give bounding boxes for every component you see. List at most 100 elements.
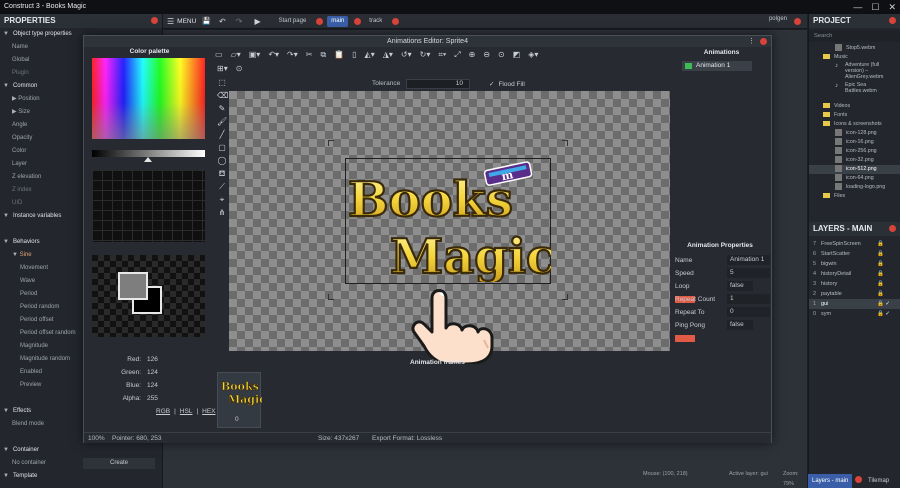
animation-property-value[interactable]: false (727, 320, 753, 331)
red-value[interactable]: 126 (147, 356, 158, 363)
user-notify-icon[interactable] (794, 18, 801, 25)
maximize-icon[interactable]: ☐ (871, 2, 879, 13)
close-icon[interactable]: ✕ (888, 2, 896, 13)
expand-triangle-icon[interactable]: ▼ (3, 473, 9, 479)
project-item[interactable]: Stop5.webm (809, 44, 900, 53)
crop-corner-top-left[interactable] (328, 140, 334, 146)
layer-row[interactable]: 0 sym 🔒 ✓ (809, 309, 900, 319)
tab-close-icon-2[interactable] (392, 17, 400, 25)
tab-1[interactable]: main (327, 15, 349, 27)
create-container-button[interactable]: Create (83, 458, 155, 469)
crop-corner-bottom-left[interactable] (328, 294, 334, 300)
property-section[interactable]: ▼ Template (0, 470, 162, 483)
project-item[interactable]: ♪ Epic Sea Battles.webm (809, 82, 900, 102)
cut-icon[interactable]: ✂ (306, 48, 313, 61)
save-icon[interactable]: ▣▾ (249, 48, 261, 61)
expand-triangle-icon[interactable]: ▼ (3, 239, 9, 245)
lock-icon[interactable]: 🔒 (877, 291, 884, 297)
color-picker-icon[interactable]: ⟋ (217, 180, 227, 193)
green-value[interactable]: 124 (147, 369, 158, 376)
animation-property-toggle[interactable] (675, 334, 695, 342)
project-item[interactable]: loading-logo.png (809, 183, 900, 192)
animation-list-item[interactable]: Animation 1 (682, 61, 752, 71)
expand-triangle-icon[interactable]: ▼ (12, 252, 20, 258)
fill-bucket-icon[interactable]: ⛾ (217, 167, 227, 180)
dialog-more-icon[interactable]: ⋮ (748, 37, 755, 45)
animation-frame-thumbnail[interactable]: Books Magic (217, 372, 266, 428)
flip-horizontal-icon[interactable]: ◭▾ (365, 48, 375, 61)
tab-layers[interactable]: Layers - main (808, 474, 853, 488)
color-spectrum[interactable] (92, 58, 205, 139)
delete-icon[interactable]: ▯ (352, 48, 356, 61)
expand-triangle-icon[interactable]: ▼ (3, 83, 9, 89)
lock-icon[interactable]: 🔒 (877, 241, 884, 247)
zoom-reset-icon[interactable]: ⊙ (498, 48, 505, 61)
tab-tilemap[interactable]: Tilemap (864, 474, 893, 488)
tab-layers-close-icon[interactable] (855, 476, 863, 483)
layer-row[interactable]: 1 gui 🔒 ✓ (809, 299, 900, 309)
undo-icon[interactable]: ↶ (219, 17, 226, 26)
grid-icon[interactable]: ⊞▾ (217, 62, 228, 75)
crop-icon[interactable]: ⌗▾ (438, 48, 446, 61)
alpha-value[interactable]: 255 (147, 395, 158, 402)
tab-close-icon-0[interactable] (316, 17, 324, 25)
background-toggle-icon[interactable]: ◩ (513, 48, 521, 61)
visible-check-icon[interactable]: ✓ (884, 301, 890, 307)
project-item[interactable]: Videos (809, 102, 900, 111)
animation-property-value[interactable]: 5 (727, 268, 770, 279)
lock-icon[interactable]: 🔒 (877, 281, 884, 287)
expand-triangle-icon[interactable]: ▼ (3, 213, 9, 219)
redo-icon[interactable]: ↷ (236, 17, 243, 26)
color-swatches-grid[interactable] (92, 170, 205, 242)
line-icon[interactable]: ╱ (217, 128, 227, 141)
project-item[interactable]: icon-64.png (809, 174, 900, 183)
tab-0[interactable]: Start page (275, 16, 311, 27)
pencil-icon[interactable]: ✎ (217, 102, 227, 115)
layers-icon[interactable]: ◈▾ (528, 48, 538, 61)
preview-icon[interactable]: ⊙ (236, 62, 243, 75)
expand-triangle-icon[interactable]: ▼ (3, 31, 9, 37)
eraser-icon[interactable]: ⌫ (217, 89, 228, 102)
project-item[interactable]: icon-256.png (809, 147, 900, 156)
project-item[interactable]: Music (809, 53, 900, 62)
rotate-ccw-icon[interactable]: ↺▾ (401, 48, 412, 61)
crop-corner-top-right[interactable] (562, 140, 568, 146)
layer-row[interactable]: 2 paytable 🔒 (809, 289, 900, 299)
mirror-icon[interactable]: ◮▾ (383, 48, 393, 61)
layer-row[interactable]: 4 historyDetail 🔒 (809, 269, 900, 279)
minimize-icon[interactable]: — (853, 2, 862, 12)
expand-triangle-icon[interactable]: ▼ (3, 447, 9, 453)
lock-icon[interactable]: 🔒 (877, 261, 884, 267)
close-panel-icon[interactable] (151, 17, 158, 24)
lock-icon[interactable]: 🔒 (877, 301, 884, 307)
project-item[interactable]: Fonts (809, 111, 900, 120)
visible-check-icon[interactable]: ✓ (884, 311, 890, 317)
undo-icon[interactable]: ↶▾ (268, 48, 279, 61)
resize-icon[interactable]: ⤢ (454, 48, 460, 61)
save-icon[interactable]: 💾 (202, 17, 211, 25)
project-item[interactable]: icon-512.png (809, 165, 900, 174)
layer-row[interactable]: 6 StartScatter 🔒 (809, 249, 900, 259)
copy-icon[interactable]: ⧉ (320, 48, 326, 61)
ellipse-icon[interactable]: ◯ (217, 154, 227, 167)
animation-property-value[interactable]: false (727, 281, 753, 292)
greyscale-slider[interactable] (92, 150, 205, 157)
lock-icon[interactable]: 🔒 (877, 271, 884, 277)
new-file-icon[interactable]: ▭ (215, 48, 223, 61)
tab-close-icon-1[interactable] (354, 17, 362, 25)
layer-row[interactable]: 3 history 🔒 (809, 279, 900, 289)
layer-row[interactable]: 7 FreeSpinScreen 🔒 (809, 239, 900, 249)
select-rectangle-icon[interactable]: ⬚ (217, 76, 227, 89)
animation-property-value[interactable]: 0 (727, 307, 770, 318)
open-folder-icon[interactable]: ▱▾ (231, 48, 241, 61)
lock-icon[interactable]: 🔒 (877, 311, 884, 317)
tolerance-input[interactable]: 10 (406, 79, 470, 89)
layer-row[interactable]: 5 bigwin 🔒 (809, 259, 900, 269)
project-close-icon[interactable] (889, 17, 896, 24)
zoom-in-icon[interactable]: ⊕ (469, 48, 476, 61)
primary-color-swatch[interactable] (118, 272, 148, 300)
menu-icon[interactable]: ☰ (167, 17, 174, 26)
project-search-input[interactable]: Search (809, 30, 900, 42)
crop-corner-bottom-right[interactable] (562, 294, 568, 300)
dialog-close-button[interactable] (760, 38, 767, 45)
